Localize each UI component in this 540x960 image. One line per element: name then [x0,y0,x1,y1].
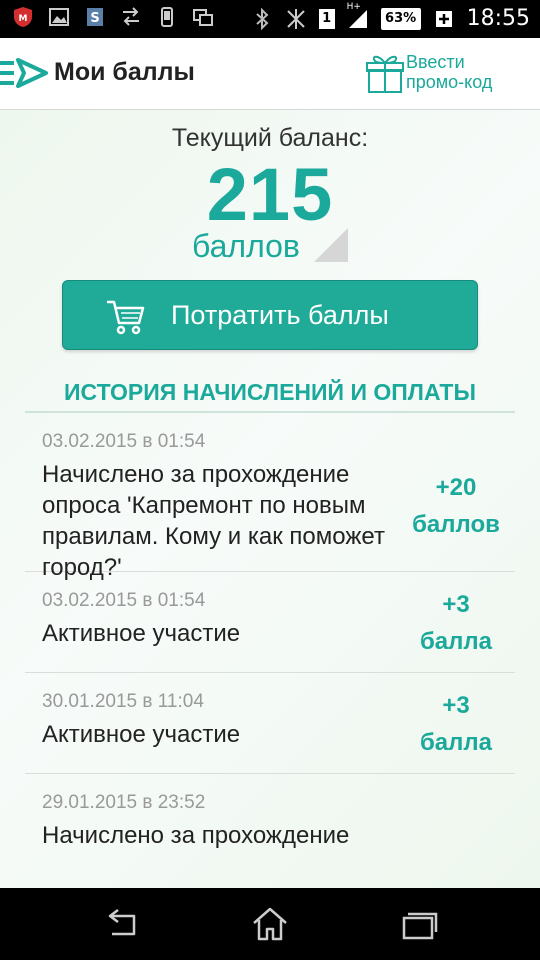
history-item-date: 30.01.2015 в 11:04 [42,691,204,712]
app-header: Мои баллы Ввести промо-код [0,38,540,110]
page-title: Мои баллы [54,58,195,86]
balance-unit: баллов [192,228,300,264]
history-item-description: Начислено за прохождение опроса 'Капремо… [42,461,385,581]
spend-points-button[interactable]: Потратить баллы [62,280,478,350]
promo-code-label: Ввести промо-код [406,52,493,92]
recents-icon[interactable] [398,906,442,942]
history-list[interactable]: 03.02.2015 в 01:54 Начислено за прохожде… [25,413,515,875]
phone-icon [156,6,178,28]
svg-text:M: M [19,14,28,24]
history-item-date: 29.01.2015 в 23:52 [42,792,206,813]
history-item-points: +3 балла [401,687,511,761]
history-item-points: +20 баллов [401,469,511,543]
screens-icon [192,6,214,28]
history-item-description: Начислено за прохождение [42,822,350,849]
network-type-label: H+ [346,1,361,12]
history-item[interactable]: 30.01.2015 в 11:04 Активное участие +3 б… [25,673,515,774]
menu-logo-icon[interactable] [0,58,50,88]
promo-code-button[interactable]: Ввести промо-код [366,50,518,94]
s-app-icon: S [84,6,106,28]
cart-icon [105,299,147,335]
history-item[interactable]: 29.01.2015 в 23:52 Начислено за прохожде… [25,774,515,875]
history-item-points: +3 балла [401,586,511,660]
status-bar: M S 1 H+ 63% 18:55 [0,0,540,38]
history-title: ИСТОРИЯ НАЧИСЛЕНИЙ И ОПЛАТЫ [64,379,476,405]
svg-text:S: S [90,11,99,26]
history-item-points-value: +3 [442,692,470,719]
antivirus-icon: M [12,6,34,28]
balance-caption: Текущий баланс: [171,124,369,152]
history-item-description: Активное участие [42,721,241,748]
clock: 18:55 [466,6,530,31]
muted-icon [285,8,307,30]
points-screen: Текущий баланс: 215 баллов Потратить бал… [0,110,540,888]
corner-triangle-icon [314,228,348,262]
battery-icon: 63% [380,7,421,30]
history-item-points-unit: балла [419,628,492,655]
home-icon[interactable] [248,906,292,942]
history-item-points-value: +20 [435,474,477,501]
history-item-date: 03.02.2015 в 01:54 [42,431,206,452]
history-item-points-value: +3 [442,591,470,618]
spend-points-label: Потратить баллы [171,300,389,330]
bluetooth-icon [251,7,273,30]
history-item[interactable]: 03.02.2015 в 01:54 Начислено за прохожде… [25,413,515,581]
back-icon[interactable] [100,906,144,942]
history-item[interactable]: 03.02.2015 в 01:54 Активное участие +3 б… [25,572,515,673]
history-item-points-unit: балла [419,729,492,756]
history-item-description: Активное участие [42,620,241,647]
data-transfer-icon [120,6,142,28]
sim-slot-badge: 1 [318,8,335,29]
signal-icon: H+ [347,2,369,30]
history-item-date: 03.02.2015 в 01:54 [42,590,206,611]
system-nav-bar [0,888,540,960]
history-item-points-unit: баллов [412,511,500,538]
image-icon [48,6,70,28]
gift-icon [366,50,404,94]
charging-plus-icon [433,8,455,30]
balance-value: 215 [206,153,334,236]
